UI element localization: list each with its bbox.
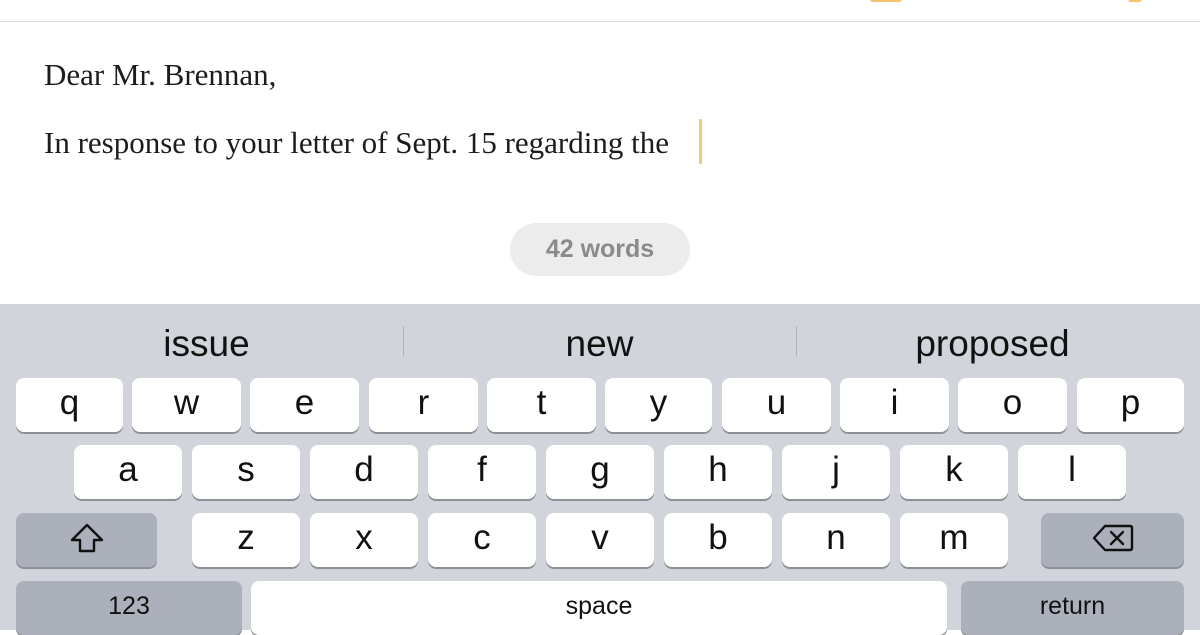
toolbar-button-remnant-left[interactable] (870, 0, 902, 2)
key-p[interactable]: p (1077, 378, 1184, 432)
key-z[interactable]: z (192, 513, 300, 567)
space-key[interactable]: space (251, 581, 947, 635)
key-b[interactable]: b (664, 513, 772, 567)
key-t[interactable]: t (487, 378, 596, 432)
top-divider (0, 21, 1200, 22)
key-c[interactable]: c (428, 513, 536, 567)
greeting-line: Dear Mr. Brennan, (44, 57, 277, 92)
toolbar-button-remnant-right[interactable] (1128, 0, 1142, 2)
suggestion-proposed[interactable]: proposed (796, 322, 1189, 366)
key-l[interactable]: l (1018, 445, 1126, 499)
backspace-icon (1092, 524, 1133, 552)
text-cursor (699, 119, 702, 164)
key-k[interactable]: k (900, 445, 1008, 499)
key-u[interactable]: u (722, 378, 831, 432)
suggestion-new[interactable]: new (403, 322, 796, 366)
word-count-badge[interactable]: 42 words (510, 223, 690, 276)
key-y[interactable]: y (605, 378, 712, 432)
key-q[interactable]: q (16, 378, 123, 432)
key-w[interactable]: w (132, 378, 241, 432)
key-s[interactable]: s (192, 445, 300, 499)
return-key[interactable]: return (961, 581, 1184, 635)
numbers-key[interactable]: 123 (16, 581, 242, 635)
shift-key[interactable] (16, 513, 157, 567)
key-v[interactable]: v (546, 513, 654, 567)
key-j[interactable]: j (782, 445, 890, 499)
delete-key[interactable] (1041, 513, 1184, 567)
key-h[interactable]: h (664, 445, 772, 499)
key-e[interactable]: e (250, 378, 359, 432)
key-a[interactable]: a (74, 445, 182, 499)
key-n[interactable]: n (782, 513, 890, 567)
shift-arrow-icon (70, 523, 103, 553)
key-f[interactable]: f (428, 445, 536, 499)
key-r[interactable]: r (369, 378, 478, 432)
suggestion-issue[interactable]: issue (10, 322, 403, 366)
keyboard: issue new proposed q w e r t y u i o p a… (0, 304, 1200, 635)
key-d[interactable]: d (310, 445, 418, 499)
key-m[interactable]: m (900, 513, 1008, 567)
key-i[interactable]: i (840, 378, 949, 432)
key-g[interactable]: g (546, 445, 654, 499)
key-o[interactable]: o (958, 378, 1067, 432)
key-x[interactable]: x (310, 513, 418, 567)
body-text-line: In response to your letter of Sept. 15 r… (44, 125, 669, 160)
